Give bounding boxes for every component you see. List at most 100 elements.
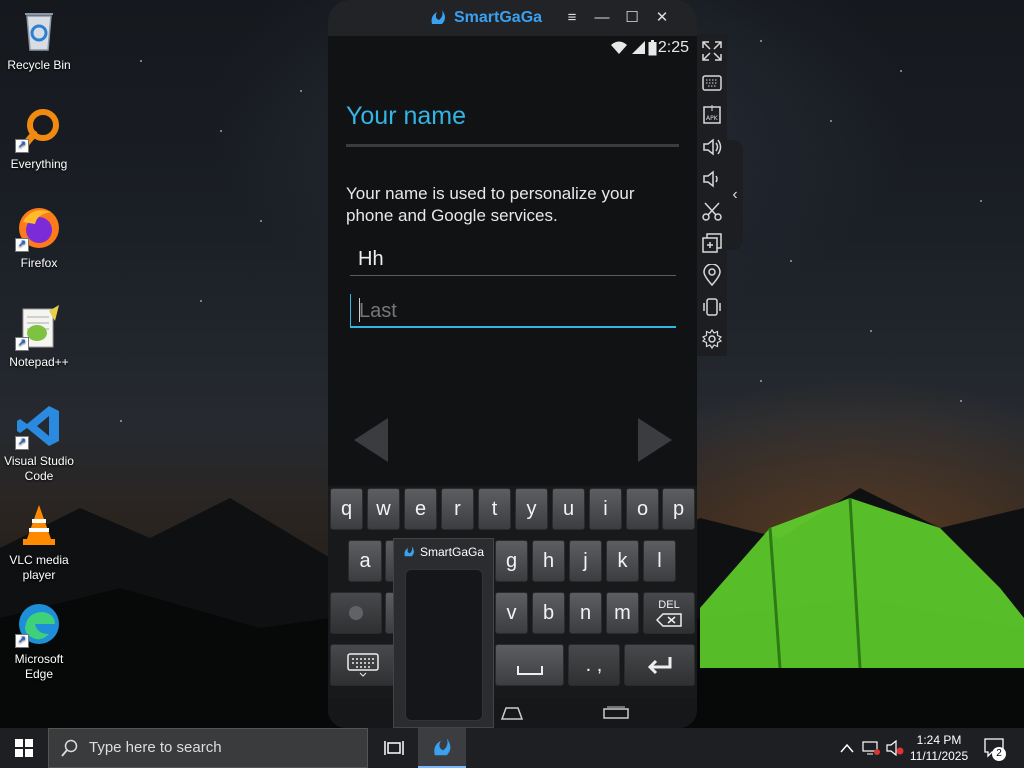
firefox-icon: ↗	[15, 204, 63, 252]
key-b[interactable]: b	[532, 592, 565, 634]
key-t[interactable]: t	[478, 488, 511, 530]
key-a[interactable]: a	[348, 540, 382, 582]
key-h[interactable]: h	[532, 540, 565, 582]
keyboard-icon	[347, 653, 379, 677]
desktop-icon-vlc[interactable]: VLC media player	[2, 497, 76, 591]
desktop-icon-everything[interactable]: ↗ Everything	[2, 101, 76, 195]
shift-icon	[349, 606, 363, 620]
delete-key[interactable]: DEL	[643, 592, 695, 634]
scissors-icon[interactable]	[701, 200, 723, 222]
key-n[interactable]: n	[569, 592, 602, 634]
next-arrow-icon[interactable]	[634, 416, 674, 464]
enter-icon	[647, 657, 671, 675]
menu-icon[interactable]: ≡	[561, 8, 583, 28]
signal-icon	[632, 41, 645, 54]
multi-instance-icon[interactable]	[701, 232, 723, 254]
taskbar-clock[interactable]: 1:24 PM 11/11/2025	[906, 732, 972, 764]
taskbar-thumbnail-preview[interactable]: SmartGaGa	[393, 538, 494, 728]
taskbar-smartgaga[interactable]	[418, 728, 466, 768]
shortcut-arrow-icon: ↗	[15, 337, 29, 351]
key-u[interactable]: u	[552, 488, 585, 530]
key-o[interactable]: o	[626, 488, 659, 530]
emulator-title: SmartGaGa	[454, 9, 543, 26]
taskbar-search-box[interactable]: Type here to search	[48, 728, 368, 768]
notepadpp-icon: ↗	[15, 303, 63, 351]
key-v[interactable]: v	[495, 592, 528, 634]
desktop-icon-label: VLC media player	[9, 553, 69, 582]
volume-muted-icon[interactable]	[886, 740, 904, 756]
home-button-icon[interactable]	[498, 706, 526, 720]
notification-center-button[interactable]: 2	[976, 728, 1024, 768]
enter-key[interactable]	[624, 644, 695, 686]
shift-key[interactable]	[330, 592, 382, 634]
notification-count-badge: 2	[992, 747, 1006, 761]
settings-icon[interactable]	[701, 328, 723, 350]
chevron-up-icon[interactable]	[840, 743, 854, 753]
key-i[interactable]: i	[589, 488, 622, 530]
key-e[interactable]: e	[404, 488, 437, 530]
svg-text:APK: APK	[706, 115, 719, 122]
key-m[interactable]: m	[606, 592, 639, 634]
maximize-icon[interactable]: ☐	[621, 8, 643, 28]
status-time: 2:25	[657, 39, 689, 56]
shortcut-arrow-icon: ↗	[15, 139, 29, 153]
key-y[interactable]: y	[515, 488, 548, 530]
desktop-icon-firefox[interactable]: ↗ Firefox	[2, 200, 76, 294]
backspace-icon	[655, 613, 682, 627]
desktop-icon-recycle-bin[interactable]: Recycle Bin	[2, 2, 76, 96]
shake-icon[interactable]	[701, 296, 723, 318]
key-j[interactable]: j	[569, 540, 602, 582]
volume-down-icon[interactable]	[701, 168, 723, 190]
network-icon[interactable]	[862, 741, 880, 755]
back-arrow-icon[interactable]	[352, 416, 392, 464]
android-screen: 2:25 Your name Your name is used to pers…	[328, 36, 697, 728]
desktop-icon-edge[interactable]: ↗ Microsoft Edge	[2, 596, 76, 690]
keyboard-settings-key[interactable]	[330, 644, 396, 686]
close-icon[interactable]: ✕	[651, 8, 673, 28]
key-w[interactable]: w	[367, 488, 400, 530]
vscode-icon: ↗	[15, 402, 63, 450]
desktop-icon-label: Everything	[10, 157, 68, 171]
vlc-cone-icon	[15, 501, 63, 549]
desktop-icon-notepadpp[interactable]: ↗ Notepad++	[2, 299, 76, 393]
clock-time: 1:24 PM	[916, 733, 962, 747]
start-button[interactable]	[0, 728, 48, 768]
shortcut-arrow-icon: ↗	[15, 436, 29, 450]
smartgaga-logo-icon	[431, 10, 445, 24]
key-q[interactable]: q	[330, 488, 363, 530]
desktop-icon-vscode[interactable]: ↗ Visual Studio Code	[2, 398, 76, 492]
minimize-icon[interactable]: —	[591, 8, 613, 28]
key-k[interactable]: k	[606, 540, 639, 582]
edge-icon: ↗	[15, 600, 63, 648]
fullscreen-icon[interactable]	[701, 40, 723, 62]
key-r[interactable]: r	[441, 488, 474, 530]
everything-search-icon: ↗	[15, 105, 63, 153]
key-l[interactable]: l	[643, 540, 676, 582]
page-description: Your name is used to personalize your ph…	[346, 184, 635, 225]
keyboard-mapping-icon[interactable]	[701, 72, 723, 94]
chevron-left-icon: ‹	[732, 186, 738, 203]
emulator-side-toolbar: APK	[697, 34, 727, 356]
punctuation-key[interactable]: . ,	[568, 644, 620, 686]
toolbar-collapse-tab[interactable]: ‹	[727, 140, 743, 250]
thumbnail-screen	[405, 569, 483, 721]
smartgaga-window: SmartGaGa ≡ — ☐ ✕ 2:25 Your name Your na…	[328, 0, 697, 728]
space-key[interactable]	[495, 644, 564, 686]
volume-up-icon[interactable]	[701, 136, 723, 158]
last-name-field[interactable]: Last	[350, 294, 676, 328]
delete-label: DEL	[658, 599, 680, 611]
location-icon[interactable]	[701, 264, 723, 286]
recents-button-icon[interactable]	[602, 706, 630, 720]
emulator-titlebar[interactable]: SmartGaGa ≡ — ☐ ✕	[328, 0, 697, 36]
key-p[interactable]: p	[662, 488, 695, 530]
first-name-field[interactable]: Hh	[350, 242, 676, 276]
task-view-button[interactable]	[370, 728, 418, 768]
desktop-icon-label: Recycle Bin	[7, 58, 71, 72]
android-keyboard: q w e r t y u i o p a g h j k l v b n m …	[328, 486, 697, 728]
android-nav-bar	[328, 698, 697, 728]
shortcut-arrow-icon: ↗	[15, 634, 29, 648]
desktop-icon-label: Firefox	[20, 256, 58, 270]
apk-install-icon[interactable]: APK	[701, 104, 723, 126]
status-icons	[610, 40, 657, 56]
key-g[interactable]: g	[495, 540, 528, 582]
